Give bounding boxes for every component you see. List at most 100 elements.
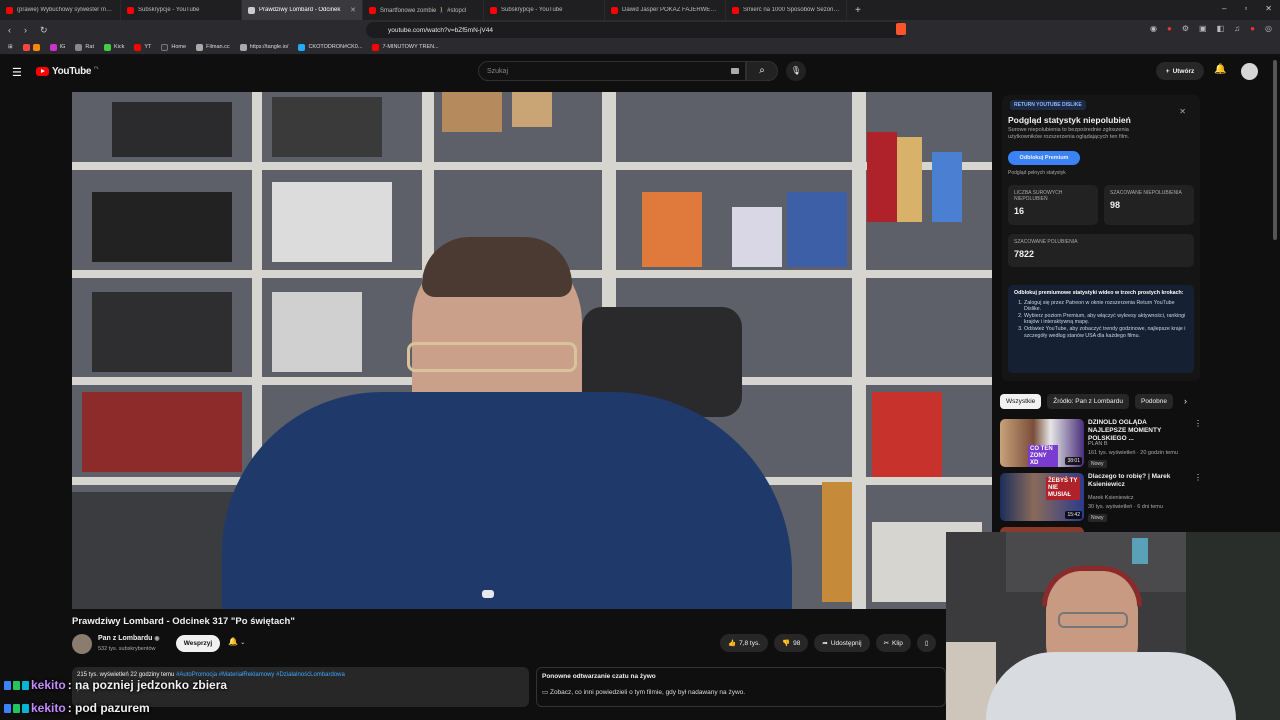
full-stats-link[interactable]: Podgląd pełnych statystyk [1008, 170, 1066, 176]
browser-tab[interactable]: (prawie) Wybuchowy sylwester marcz [0, 0, 121, 20]
create-label: Utwórz [1172, 67, 1195, 75]
hamburger-menu-icon[interactable]: ☰ [12, 66, 22, 79]
live-chat-replay[interactable]: Ponowne odtwarzanie czatu na żywo ▭ Zoba… [536, 667, 946, 707]
url-bar[interactable]: youtube.com/watch?v=bZf5mN-jV44 [366, 22, 906, 38]
bookmark-item[interactable]: YT [134, 43, 151, 51]
browser-tab[interactable]: Śmierć na 1000 Sposobów Sezon 3 O [726, 0, 847, 20]
browser-tab-active[interactable]: Prawdziwy Lombard - Odcinek ✕ [242, 0, 363, 20]
avatar[interactable] [1241, 63, 1258, 80]
thumbnail-text: ŻEBYŚ TY NIE MUSIAŁ [1046, 477, 1080, 500]
maximize-icon[interactable]: ▫ [1244, 4, 1247, 13]
subscriber-count: 532 tys. subskrybentów [98, 646, 156, 652]
tab-title: Smartfonowe zombie 🚶‍♂️ #stopcl [380, 7, 467, 14]
notifications-bell-icon[interactable]: 🔔 [1214, 64, 1226, 75]
more-options-icon[interactable]: ⋮ [1194, 473, 1202, 482]
audio-icon[interactable]: ◉ [1150, 24, 1157, 33]
back-icon[interactable]: ‹ [8, 25, 11, 36]
bookmark-label: 7-MINUTOWY TREN... [382, 44, 439, 50]
close-icon[interactable]: ✕ [1179, 107, 1186, 116]
recommended-channel: PLAN B [1088, 441, 1108, 447]
more-options-icon[interactable]: ⋮ [1194, 419, 1202, 428]
dislike-count: 98 [793, 639, 801, 647]
video-thumbnail[interactable]: CO TEN ZONY XD 38:01 [1000, 419, 1084, 467]
bookmark-item[interactable]: Home [161, 43, 186, 51]
recommended-video[interactable]: ŻEBYŚ TY NIE MUSIAŁ 15:42 Dlaczego to ro… [1000, 473, 1202, 523]
create-button[interactable]: + Utwórz [1156, 62, 1204, 80]
clip-button[interactable]: ✂ Klip [875, 634, 911, 652]
chip-similar[interactable]: Podobne [1134, 394, 1174, 409]
estimated-dislikes-stat: SZACOWANE NIEPOLUBIENIA 98 [1104, 185, 1194, 225]
bookmark-item[interactable]: IG [49, 43, 65, 51]
keyboard-icon[interactable] [731, 68, 739, 74]
bookmark-item[interactable]: Rat [75, 43, 94, 51]
extension-icon[interactable]: ◎ [1265, 24, 1272, 33]
tab-title: Prawdziwy Lombard - Odcinek [259, 7, 341, 13]
music-icon[interactable]: ♫ [1234, 24, 1240, 33]
support-button[interactable]: Wesprzyj [176, 635, 220, 652]
close-window-icon[interactable]: ✕ [1265, 4, 1272, 13]
heart-icon [13, 680, 20, 690]
chat-text: : pod pazurem [67, 701, 150, 715]
save-button[interactable]: ▯ [916, 634, 937, 652]
chevron-right-icon[interactable]: › [1184, 396, 1187, 406]
voice-search-button[interactable]: 🎙 [786, 61, 806, 81]
bookmark-item[interactable]: CKOTODRON#CK0... [298, 43, 363, 51]
bookmark-item[interactable]: Kick [103, 43, 124, 51]
recommended-meta: 30 tys. wyświetleń · 6 dni temu [1088, 504, 1163, 510]
tab-title: Subskrypcje - YouTube [501, 7, 563, 13]
reload-icon[interactable]: ↻ [40, 25, 48, 36]
ryd-heading: Podgląd statystyk niepolubień [1008, 115, 1131, 125]
browser-tab-bar: (prawie) Wybuchowy sylwester marcz Subsk… [0, 0, 1280, 20]
chip-all[interactable]: Wszystkie [1000, 394, 1042, 409]
new-badge: Nowy [1088, 460, 1107, 468]
bookmark-label: CKOTODRON#CK0... [308, 44, 363, 50]
browser-tab[interactable]: Subskrypcje - YouTube [484, 0, 605, 20]
country-code: PL [94, 65, 100, 70]
unlock-premium-button[interactable]: Odblokuj Premium [1008, 151, 1080, 165]
extension-icon[interactable]: ◧ [1217, 24, 1225, 33]
chat-username: kekito [31, 678, 66, 692]
minimize-icon[interactable]: – [1222, 4, 1226, 13]
video-actions: 👍 7,8 tys. 👎 98 ➦ Udostępnij ✂ Klip ▯ [720, 634, 937, 652]
extension-icon[interactable]: ⚙ [1182, 24, 1189, 33]
bookmark-label: Filman.cc [206, 44, 230, 50]
recommended-video[interactable]: CO TEN ZONY XD 38:01 DZINOLD OGLĄDA NAJL… [1000, 419, 1202, 469]
scrollbar[interactable] [1273, 60, 1277, 240]
dislike-button[interactable]: 👎 98 [774, 634, 809, 652]
window-controls: – ▫ ✕ [1222, 4, 1272, 13]
channel-name[interactable]: Pan z Lombardu ◉ [98, 635, 160, 642]
notification-settings-button[interactable]: 🔔 ⌄ [228, 637, 245, 646]
browser-tab[interactable]: Smartfonowe zombie 🚶‍♂️ #stopcl [363, 0, 484, 20]
youtube-play-icon [36, 67, 49, 76]
extension-icon[interactable]: ▣ [1199, 24, 1207, 33]
browser-tab[interactable]: Dawid Jasper POKAZ FAJERWERKÓW [605, 0, 726, 20]
like-button[interactable]: 👍 7,8 tys. [720, 634, 769, 652]
video-player[interactable] [72, 92, 992, 609]
close-tab-icon[interactable]: ✕ [350, 6, 356, 14]
extension-icon[interactable]: ● [1167, 24, 1172, 33]
address-row: ‹ › ↻ youtube.com/watch?v=bZf5mN-jV44 [0, 20, 1280, 40]
audio-playing-icon [248, 6, 255, 14]
new-tab-icon[interactable]: + [847, 5, 869, 16]
forward-icon[interactable]: › [24, 25, 27, 36]
youtube-header: ☰ YouTube PL Szukaj ⌕ 🎙 + Utwórz 🔔 [0, 56, 1280, 88]
search-input[interactable]: Szukaj [478, 61, 746, 81]
search-button[interactable]: ⌕ [746, 61, 778, 81]
bookmark-label: Rat [85, 44, 94, 50]
youtube-logo[interactable]: YouTube PL [36, 65, 100, 77]
apps-icon[interactable]: ⊞ [8, 44, 13, 50]
video-thumbnail[interactable]: ŻEBYŚ TY NIE MUSIAŁ 15:42 [1000, 473, 1084, 521]
bookmark-item[interactable]: https://tangle.io/ [239, 43, 288, 51]
stat-label: SZACOWANE NIEPOLUBIENIA [1110, 190, 1182, 196]
browser-tab[interactable]: Subskrypcje - YouTube [121, 0, 242, 20]
bookmark-item[interactable]: Filman.cc [196, 43, 230, 51]
brave-shield-icon[interactable] [896, 23, 906, 35]
raw-dislikes-stat: LICZBA SUROWYCH NIEPOLUBIEŃ 16 [1008, 185, 1098, 225]
bookmark-item[interactable]: 7-MINUTOWY TREN... [372, 43, 439, 51]
share-button[interactable]: ➦ Udostępnij [814, 634, 870, 652]
ryd-badge: RETURN YOUTUBE DISLIKE [1010, 100, 1086, 110]
chip-source[interactable]: Źródło: Pan z Lombardu [1047, 394, 1129, 409]
channel-avatar[interactable] [72, 634, 92, 654]
bookmark-item[interactable] [22, 43, 40, 51]
extension-icon[interactable]: ● [1250, 24, 1255, 33]
